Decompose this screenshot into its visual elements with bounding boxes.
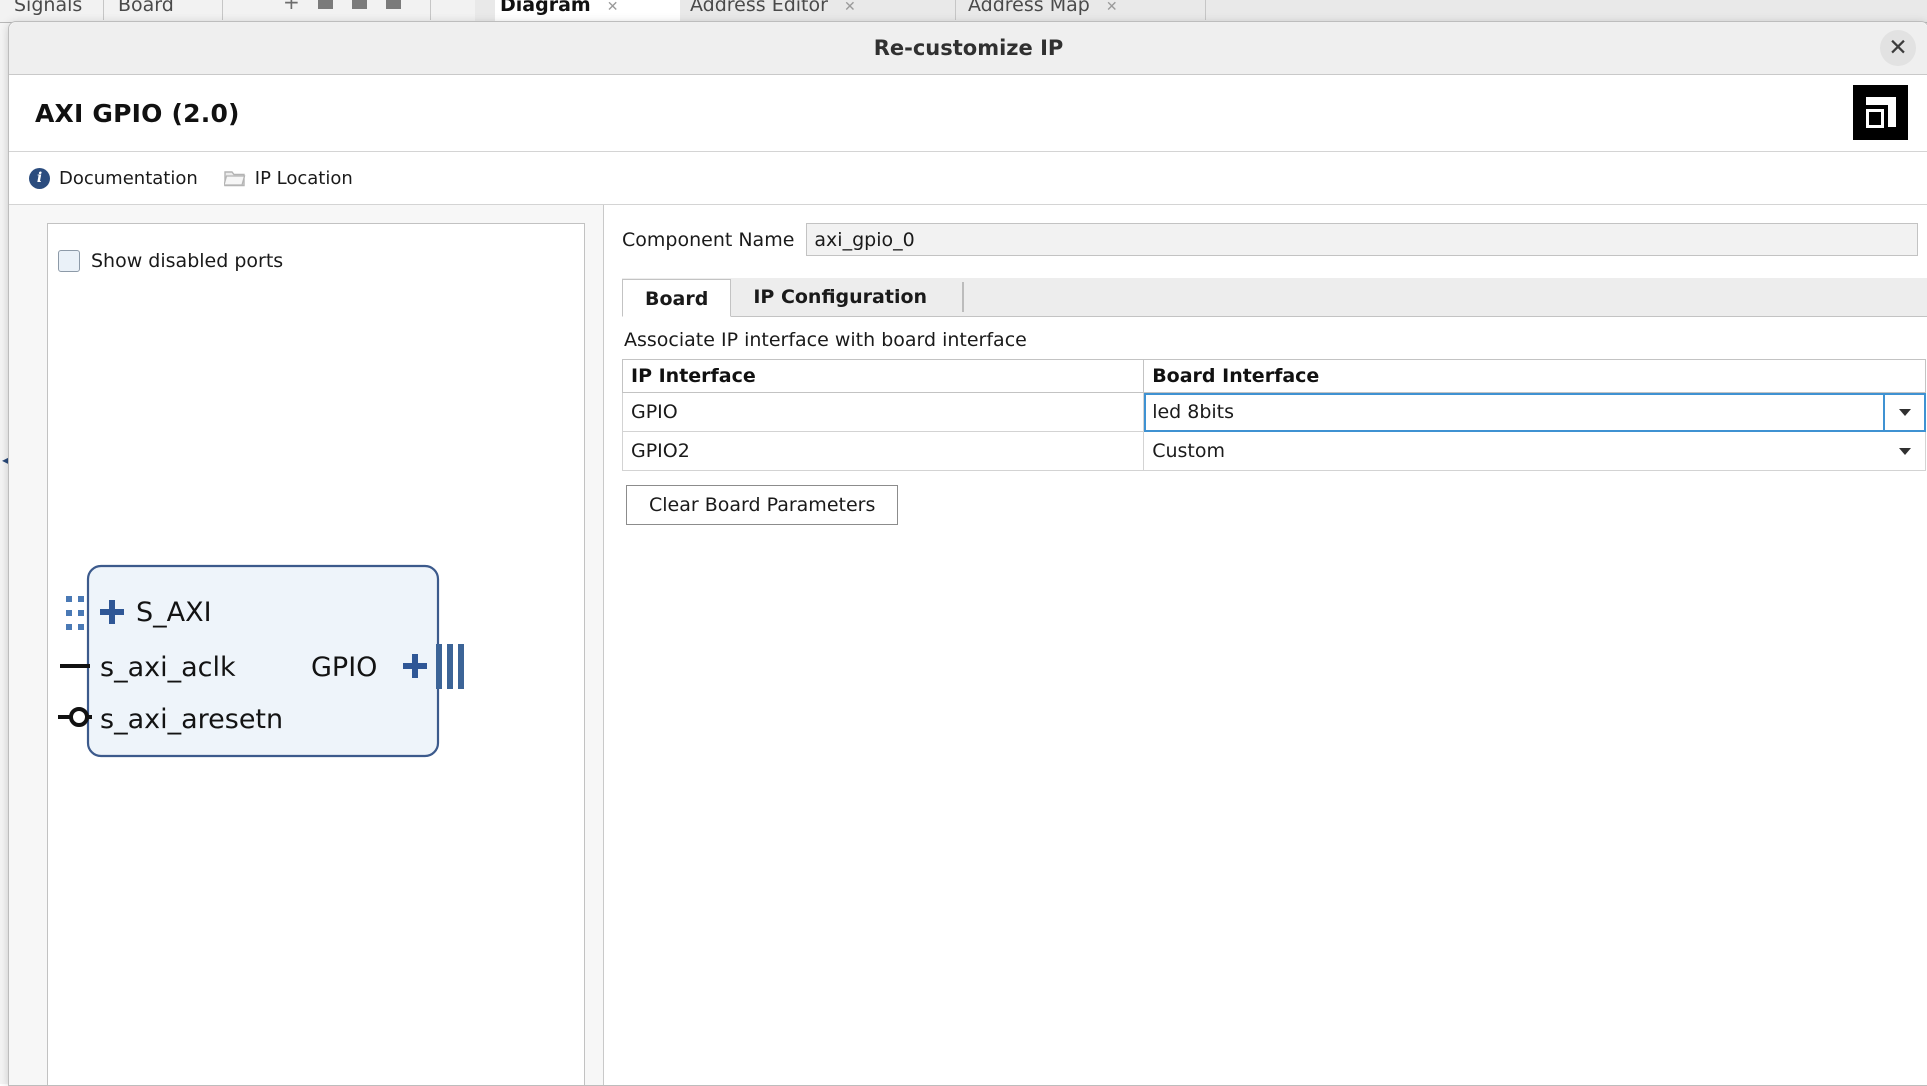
cell-board-interface-dropdown[interactable]: Custom (1144, 432, 1926, 471)
toolbar-separator (222, 0, 223, 20)
folder-icon (224, 169, 246, 188)
port-label-s-axi-aresetn: s_axi_aresetn (100, 704, 283, 735)
info-circle-icon: i (29, 168, 50, 189)
toolbar-separator (955, 0, 956, 20)
table-header-row: IP Interface Board Interface (623, 360, 1926, 393)
close-x-icon[interactable]: ✕ (1106, 0, 1118, 15)
grid-icon[interactable] (352, 0, 367, 9)
table-row[interactable]: GPIO2 Custom (623, 432, 1926, 471)
gpio-bus-connector-icon (436, 644, 464, 689)
clear-board-parameters-button[interactable]: Clear Board Parameters (626, 485, 898, 525)
amd-logo-icon (1853, 85, 1908, 140)
configuration-pane: Component Name Board IP Configuration As… (604, 205, 1927, 1086)
ip-block-symbol: S_AXI s_axi_aclk s_axi_aresetn GPIO (48, 556, 585, 786)
documentation-button[interactable]: i Documentation (29, 168, 198, 189)
component-name-label: Component Name (622, 229, 794, 251)
panel-tab-address-editor[interactable]: Address Editor ✕ (690, 0, 856, 22)
board-description: Associate IP interface with board interf… (624, 329, 1927, 351)
cell-board-interface-value: led 8bits (1152, 401, 1234, 423)
port-preview-box: Show disabled ports (47, 223, 585, 1086)
chevron-down-icon[interactable] (1883, 393, 1925, 431)
checkbox-box[interactable] (58, 250, 80, 272)
table-row[interactable]: GPIO led 8bits (623, 393, 1926, 432)
tab-divider (962, 282, 964, 312)
toolbar-separator (430, 0, 431, 20)
ip-location-label: IP Location (255, 168, 353, 189)
tab-board[interactable]: Board (622, 279, 731, 317)
chevron-down-icon[interactable] (1885, 432, 1925, 470)
config-tab-area: Board IP Configuration Associate IP inte… (622, 278, 1927, 525)
background-tab-board[interactable]: Board (118, 0, 174, 22)
layout-icon[interactable] (386, 0, 401, 9)
symbol-pane: Show disabled ports (9, 205, 604, 1086)
close-icon[interactable]: ✕ (1880, 30, 1916, 66)
show-disabled-ports-label: Show disabled ports (91, 250, 283, 272)
board-interface-table: IP Interface Board Interface GPIO led 8b… (622, 359, 1926, 471)
port-label-s-axi-aclk: s_axi_aclk (100, 652, 236, 683)
dialog-toolbar: i Documentation IP Location (9, 152, 1927, 205)
background-tab-signals[interactable]: Signals (14, 0, 82, 22)
cell-ip-interface: GPIO2 (623, 432, 1144, 471)
show-disabled-ports-checkbox[interactable]: Show disabled ports (58, 250, 283, 272)
tab-ip-configuration[interactable]: IP Configuration (731, 278, 950, 316)
reset-active-low-pin-icon (58, 709, 92, 725)
panel-tab-address-map[interactable]: Address Map ✕ (968, 0, 1118, 22)
board-tab-content: Associate IP interface with board interf… (622, 317, 1927, 525)
ip-location-button[interactable]: IP Location (224, 168, 353, 189)
toolbar-separator (103, 0, 104, 20)
page-title: AXI GPIO (2.0) (35, 99, 240, 128)
s-axi-bus-pin-icon (66, 596, 84, 630)
column-header-board-interface: Board Interface (1144, 360, 1926, 393)
zoom-fit-icon[interactable] (318, 0, 333, 9)
port-label-gpio: GPIO (311, 652, 377, 683)
zoom-in-icon[interactable]: + (283, 0, 300, 14)
dialog-titlebar: Re-customize IP ✕ (9, 22, 1927, 75)
dialog-body: Show disabled ports (9, 205, 1927, 1086)
close-x-icon[interactable]: ✕ (607, 0, 619, 15)
panel-tab-address-editor-label: Address Editor (690, 0, 828, 16)
column-header-ip-interface: IP Interface (623, 360, 1144, 393)
cell-board-interface-value: Custom (1152, 440, 1225, 462)
component-name-row: Component Name (604, 223, 1927, 256)
close-x-icon[interactable]: ✕ (844, 0, 856, 15)
panel-tab-address-map-label: Address Map (968, 0, 1090, 16)
cell-board-interface-dropdown[interactable]: led 8bits (1144, 393, 1926, 432)
panel-tab-diagram-label: Diagram (500, 0, 591, 16)
cell-ip-interface: GPIO (623, 393, 1144, 432)
documentation-label: Documentation (59, 168, 198, 189)
dialog-title: Re-customize IP (9, 36, 1927, 60)
toolbar-separator (1205, 0, 1206, 20)
background-toolbar-strip: Signals Board + Diagram ✕ Address Editor ✕… (0, 0, 1927, 23)
ip-header: AXI GPIO (2.0) (9, 75, 1927, 152)
panel-tab-diagram[interactable]: Diagram ✕ (500, 0, 618, 22)
clock-pin-icon (60, 664, 90, 668)
config-tab-strip: Board IP Configuration (622, 278, 1927, 317)
re-customize-ip-dialog: Re-customize IP ✕ AXI GPIO (2.0) i Docum… (8, 21, 1927, 1086)
component-name-input[interactable] (806, 223, 1918, 256)
port-label-s-axi: S_AXI (136, 597, 212, 628)
